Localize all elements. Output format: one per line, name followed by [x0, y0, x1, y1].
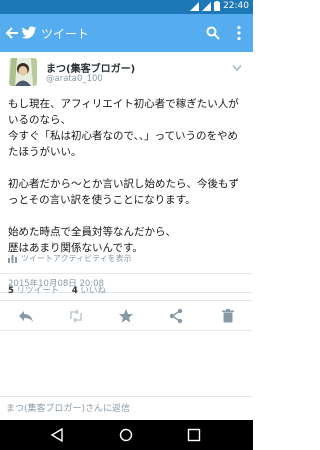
nav-recents-icon[interactable]: [187, 428, 201, 442]
activity-label: ツイートアクティビティを表示: [21, 254, 132, 263]
likes-label[interactable]: いいね: [80, 286, 106, 296]
status-icons: 22:40: [190, 1, 249, 11]
divider: [0, 300, 253, 301]
retweets-count[interactable]: 5: [8, 286, 14, 296]
divider: [0, 273, 253, 274]
reply-icon[interactable]: [18, 308, 34, 324]
tweet-actions: [0, 302, 253, 328]
retweet-icon[interactable]: [68, 308, 84, 324]
tweet-stats: 5 リツイート 4 いいね: [8, 284, 116, 296]
signal-icon: [202, 1, 212, 11]
battery-icon: [214, 1, 221, 11]
system-nav-bar: [0, 420, 253, 450]
trash-icon[interactable]: [220, 308, 236, 324]
star-icon[interactable]: [118, 308, 134, 324]
reply-input[interactable]: まつ(集客ブロガー)さんに返信: [0, 396, 253, 419]
tweet-text: もし現在、アフィリエイト初心者で稼ぎたい人がいるのなら、 今すぐ「私は初心者なの…: [8, 98, 239, 254]
signal-icon: [190, 1, 200, 11]
nav-back-icon[interactable]: [50, 428, 64, 442]
nav-home-icon[interactable]: [119, 428, 133, 442]
user-handle[interactable]: @arata0_100: [46, 74, 103, 84]
chevron-down-icon[interactable]: [232, 64, 242, 72]
likes-count[interactable]: 4: [72, 286, 78, 296]
twitter-bird-icon: [21, 26, 37, 39]
avatar[interactable]: [9, 58, 37, 86]
search-icon[interactable]: [206, 26, 220, 40]
reply-placeholder: まつ(集客ブロガー)さんに返信: [6, 404, 131, 414]
share-icon[interactable]: [168, 308, 184, 324]
app-bar: ツイート: [0, 14, 253, 52]
retweets-label[interactable]: リツイート: [17, 286, 60, 296]
avatar-photo-icon: [9, 58, 37, 86]
clock: 22:40: [223, 1, 249, 11]
page-title: ツイート: [41, 27, 90, 41]
back-arrow-icon[interactable]: [5, 26, 19, 40]
divider: [0, 330, 253, 331]
display-name[interactable]: まつ(集客ブロガー): [46, 60, 135, 75]
overflow-menu-icon[interactable]: [236, 25, 242, 41]
tweet-activity-link[interactable]: ツイートアクティビティを表示: [8, 253, 132, 264]
status-bar: 22:40: [0, 0, 253, 14]
bar-chart-icon: [8, 255, 17, 263]
